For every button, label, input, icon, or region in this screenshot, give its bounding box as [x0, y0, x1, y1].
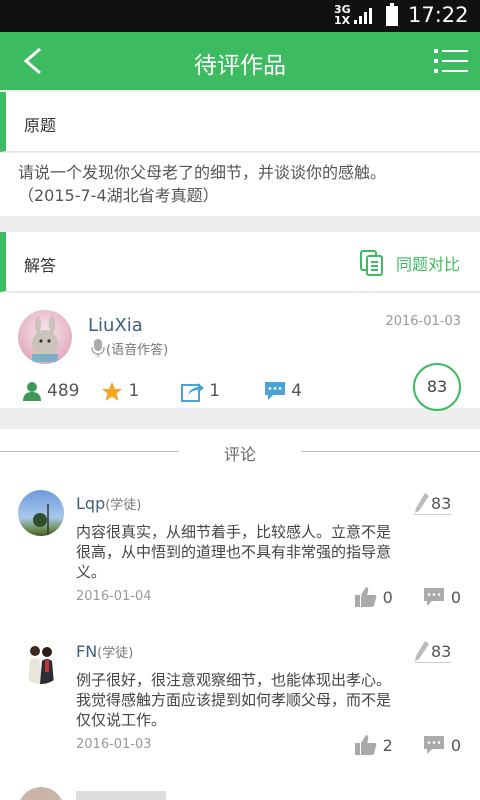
answer-type-label: (语音作答)	[106, 342, 169, 358]
comments-stat[interactable]: 4	[264, 381, 302, 401]
score-value: 83	[431, 641, 452, 661]
author-role: (学徒)	[97, 646, 134, 661]
comments-list: Lqp(学徒) 83 内容很真实，从细节着手，比较感人。立意不是 很高，从中悟到…	[0, 473, 480, 800]
comment-line: 很高，从中悟到的道理也不具有非常强的指导意	[76, 543, 392, 561]
star-icon	[102, 381, 123, 401]
answer-label: 解答	[24, 256, 57, 275]
like-count: 0	[382, 587, 393, 607]
like-button[interactable]: 2	[354, 734, 393, 756]
microphone-icon	[91, 339, 105, 357]
avatar[interactable]	[18, 310, 72, 364]
user-icon	[23, 382, 41, 401]
comment-score: 83	[414, 640, 452, 663]
status-bar: 3G 1X 17:22	[0, 0, 480, 32]
compare-button[interactable]: 同题对比	[359, 250, 460, 276]
answer-username[interactable]: LiuXia	[88, 315, 143, 336]
thumbs-up-icon	[354, 587, 376, 607]
comment-line: 内容很真实，从细节着手，比较感人。立意不是	[76, 523, 392, 541]
comments-title: 评论	[223, 445, 256, 464]
pencil-icon	[415, 641, 429, 661]
comment-author-placeholder	[76, 791, 166, 800]
share-icon	[181, 383, 205, 402]
comment-line: 义。	[76, 563, 107, 581]
shares-stat[interactable]: 1	[181, 380, 220, 402]
comment-icon	[423, 588, 444, 606]
document-compare-icon	[359, 250, 383, 276]
compare-label: 同题对比	[395, 255, 460, 274]
like-count: 2	[382, 735, 393, 755]
comment-text: 例子很好，很注意观察细节，也能体现出孝心。 我觉得感触方面应该提到如何孝顺父母，…	[76, 670, 461, 730]
comments-header: 评论	[0, 429, 480, 473]
app-bar: 待评作品	[0, 32, 480, 90]
avatar-image	[28, 646, 54, 684]
score-value: 83	[431, 493, 452, 513]
avatar[interactable]	[18, 490, 64, 536]
shares-count: 1	[209, 381, 221, 401]
reply-button[interactable]: 0	[423, 587, 461, 607]
reply-button[interactable]: 0	[423, 735, 461, 755]
reply-count: 0	[450, 587, 461, 607]
list-menu-icon[interactable]	[434, 49, 468, 73]
comment-line: 例子很好，很注意观察细节，也能体现出孝心。	[76, 671, 392, 689]
comment-line: 仅仅说工作。	[76, 711, 167, 729]
answer-section-header: 解答 同题对比	[0, 232, 480, 292]
signal-icon	[354, 8, 372, 24]
like-button[interactable]: 0	[354, 586, 393, 608]
avatar-image	[32, 316, 58, 362]
reply-count: 0	[450, 735, 461, 755]
answer-card[interactable]: LiuXia (语音作答) 2016-01-03 489 1 1 4	[0, 293, 480, 408]
answer-stats: 489 1 1 4	[22, 380, 302, 402]
comment-author[interactable]: Lqp(学徒)	[76, 494, 141, 513]
comments-count: 4	[291, 381, 302, 401]
comment-actions: 2 0	[354, 734, 461, 756]
chat-icon	[265, 382, 286, 400]
comment-date: 2016-01-03	[76, 737, 152, 752]
author-name: FN	[76, 642, 98, 661]
answer-score-badge: 83	[413, 363, 461, 411]
comment-actions: 0 0	[354, 586, 461, 608]
question-line: 请说一个发现你父母老了的细节，并谈谈你的感触。	[18, 163, 387, 182]
question-section-header: 原题	[0, 92, 480, 152]
question-text: 请说一个发现你父母老了的细节，并谈谈你的感触。 （2015-7-4湖北省考真题）	[0, 153, 480, 216]
divider-right	[302, 451, 480, 452]
stars-count: 1	[128, 381, 140, 401]
stars-stat[interactable]: 1	[101, 381, 139, 402]
network-type-bottom: 1X	[334, 14, 351, 27]
thumbs-up-icon	[354, 735, 376, 755]
clock: 17:22	[408, 3, 469, 27]
comment-line: 我觉得感触方面应该提到如何孝顺父母，而不是	[76, 691, 392, 709]
comment-text: 内容很真实，从细节着手，比较感人。立意不是 很高，从中悟到的道理也不具有非常强的…	[76, 522, 461, 582]
avatar[interactable]	[18, 638, 64, 684]
comment-date: 2016-01-04	[76, 589, 152, 604]
network-indicator: 3G 1X	[334, 4, 351, 26]
views-stat: 489	[22, 381, 79, 401]
pencil-icon	[415, 493, 429, 513]
battery-icon	[386, 3, 398, 26]
page-title: 待评作品	[194, 53, 286, 79]
avatar[interactable]	[18, 787, 64, 800]
answer-date: 2016-01-03	[385, 314, 461, 329]
question-source: （2015-7-4湖北省考真题）	[18, 186, 219, 205]
author-role: (学徒)	[105, 498, 142, 513]
comment-score: 83	[414, 492, 452, 515]
comment-icon	[423, 736, 444, 754]
comment-author[interactable]: FN(学徒)	[76, 642, 133, 661]
question-label: 原题	[24, 116, 57, 135]
views-count: 489	[47, 381, 80, 401]
author-name: Lqp	[76, 494, 106, 513]
answer-type: (语音作答)	[90, 338, 168, 358]
avatar-image	[33, 504, 49, 536]
